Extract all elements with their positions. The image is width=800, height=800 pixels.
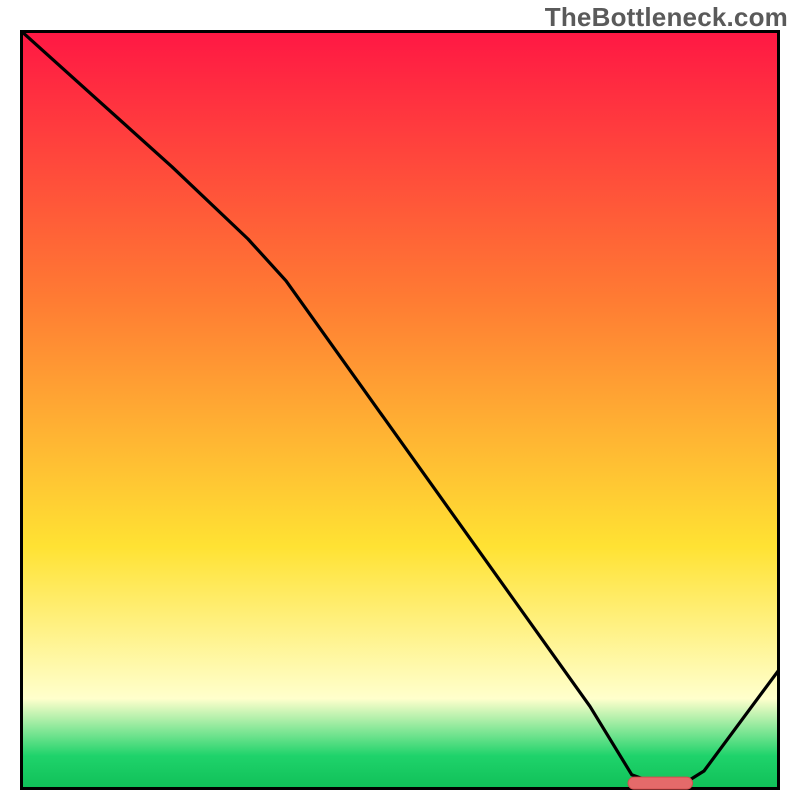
optimal-range-marker bbox=[628, 777, 693, 789]
gradient-background bbox=[20, 30, 780, 790]
chart-root: TheBottleneck.com bbox=[0, 0, 800, 800]
watermark-label: TheBottleneck.com bbox=[545, 2, 788, 33]
plot-area bbox=[20, 30, 780, 790]
plot-svg bbox=[20, 30, 780, 790]
